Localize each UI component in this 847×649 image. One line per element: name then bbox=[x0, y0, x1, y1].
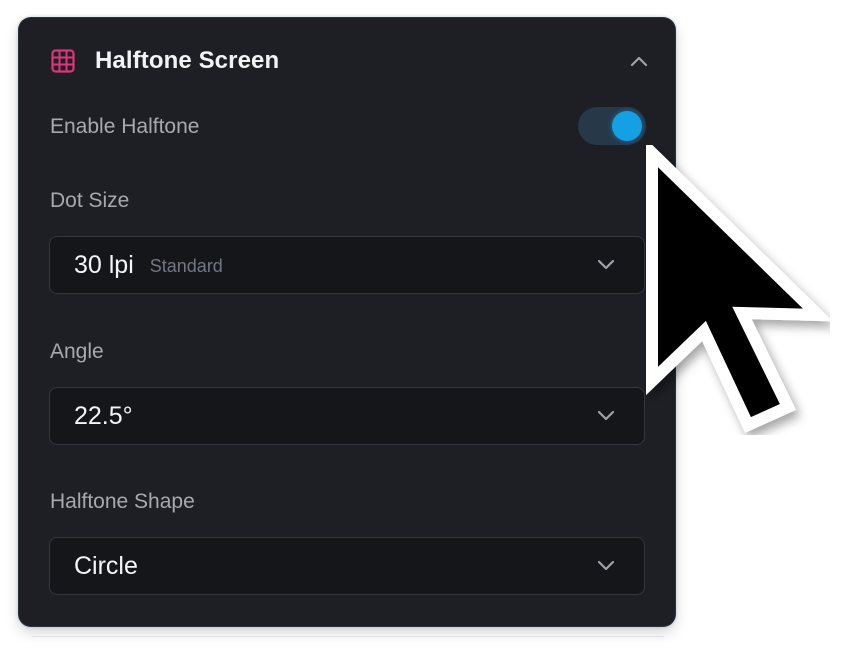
panel-title: Halftone Screen bbox=[95, 47, 280, 74]
mouse-pointer-icon bbox=[646, 145, 830, 433]
halftone-shape-label: Halftone Shape bbox=[50, 490, 195, 513]
dot-size-label: Dot Size bbox=[50, 189, 130, 212]
dot-size-value: 30 lpi bbox=[74, 250, 134, 279]
grid-icon bbox=[51, 49, 75, 73]
toggle-knob bbox=[612, 111, 642, 141]
angle-select[interactable]: 22.5° bbox=[49, 387, 645, 445]
halftone-shape-value: Circle bbox=[74, 551, 138, 580]
chevron-down-icon bbox=[597, 410, 615, 421]
panel-header[interactable]: Halftone Screen bbox=[51, 46, 651, 76]
halftone-panel: Halftone Screen Enable Halftone Dot Size… bbox=[19, 18, 675, 626]
collapse-button[interactable] bbox=[627, 50, 651, 72]
chevron-down-icon bbox=[597, 259, 615, 270]
enable-halftone-label: Enable Halftone bbox=[50, 115, 200, 138]
angle-label: Angle bbox=[50, 340, 104, 363]
angle-value: 22.5° bbox=[74, 401, 133, 430]
chevron-up-icon bbox=[630, 56, 648, 67]
dot-size-select[interactable]: 30 lpi Standard bbox=[49, 236, 645, 294]
dot-size-sublabel: Standard bbox=[149, 256, 223, 276]
panel-divider bbox=[32, 636, 664, 637]
enable-halftone-toggle[interactable] bbox=[578, 107, 646, 145]
halftone-shape-select[interactable]: Circle bbox=[49, 537, 645, 595]
stage: Halftone Screen Enable Halftone Dot Size… bbox=[0, 0, 847, 649]
chevron-down-icon bbox=[597, 560, 615, 571]
